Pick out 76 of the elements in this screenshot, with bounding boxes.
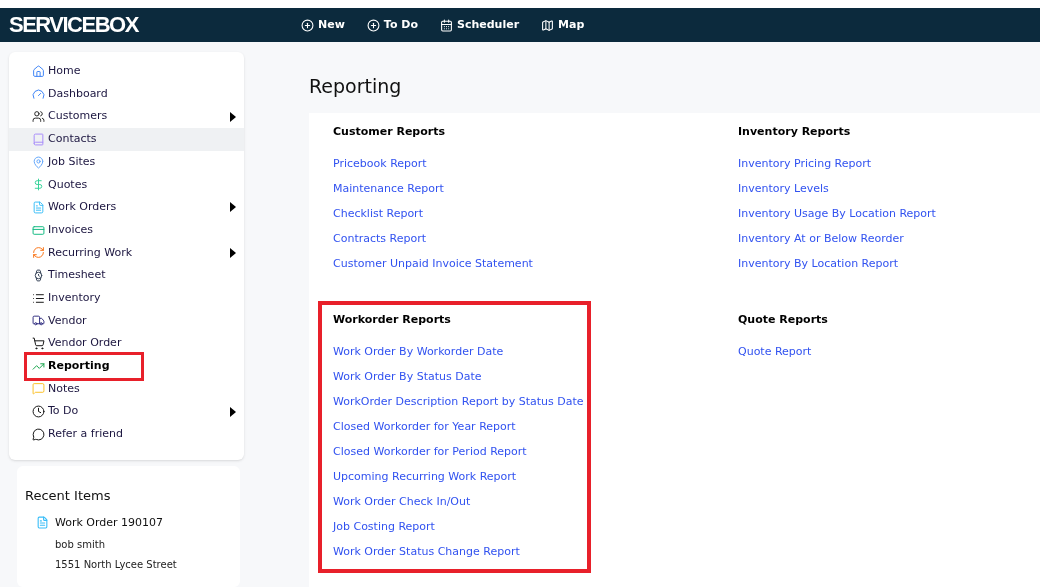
report-link[interactable]: Inventory At or Below Reorder	[738, 231, 904, 246]
users-icon	[32, 110, 45, 124]
document-icon	[36, 516, 49, 530]
report-link[interactable]: Upcoming Recurring Work Report	[333, 469, 517, 484]
report-link[interactable]: WorkOrder Description Report by Status Date	[333, 394, 584, 409]
recent-item-detail: bob smith	[55, 537, 106, 552]
caret-icon	[230, 111, 236, 122]
sidebar-item[interactable]: Customers	[9, 105, 244, 129]
logo[interactable]: SERVICEBOX	[9, 14, 138, 36]
sidebar-item[interactable]: Work Orders	[9, 196, 244, 219]
sidebar-item[interactable]: Recurring Work	[9, 241, 244, 265]
plus-icon	[301, 18, 314, 32]
sidebar-item[interactable]: Invoices	[9, 218, 244, 242]
section-heading: Customer Reports	[333, 125, 447, 139]
report-link[interactable]: Inventory Usage By Location Report	[738, 206, 936, 221]
caret-icon	[230, 406, 236, 417]
report-link[interactable]: Inventory Pricing Report	[738, 156, 872, 171]
report-link[interactable]: Closed Workorder for Period Report	[333, 444, 527, 459]
recent-items-heading: Recent Items	[25, 486, 112, 505]
document-icon	[32, 200, 45, 214]
card-icon	[32, 223, 45, 237]
watch-icon	[32, 269, 45, 283]
clock-icon	[32, 405, 45, 419]
page-title: Reporting	[309, 74, 403, 99]
recent-item-detail: 1551 North Lycee Street	[55, 557, 177, 572]
cart-icon	[32, 337, 45, 351]
report-link[interactable]: Work Order By Workorder Date	[333, 344, 504, 359]
caret-icon	[230, 202, 236, 213]
section-heading: Inventory Reports	[738, 125, 852, 139]
book-icon	[32, 132, 45, 146]
location-pin-icon	[32, 155, 45, 169]
report-link[interactable]: Maintenance Report	[333, 181, 444, 196]
nav-button[interactable]: To Do	[366, 16, 418, 34]
report-link[interactable]: Job Costing Report	[333, 519, 435, 534]
caret-icon	[230, 247, 236, 258]
report-link[interactable]: Pricebook Report	[333, 156, 427, 171]
sidebar-item[interactable]: Reporting	[9, 354, 244, 378]
recent-item-link[interactable]: Work Order 190107	[55, 515, 177, 532]
sidebar-item[interactable]: Vendor Order	[9, 332, 244, 355]
home-icon	[32, 64, 45, 78]
plus-icon	[366, 18, 380, 32]
nav-button[interactable]: New	[301, 16, 345, 34]
note-icon	[32, 382, 45, 396]
sidebar-item[interactable]: Contacts	[9, 128, 244, 151]
map-icon	[541, 18, 555, 32]
gauge-icon	[32, 87, 45, 101]
sidebar-item[interactable]: Timesheet	[9, 264, 244, 287]
chat-icon	[32, 427, 45, 441]
sidebar-item[interactable]: Job Sites	[9, 150, 244, 174]
nav-button[interactable]: Map	[541, 16, 585, 34]
sidebar-item[interactable]: Quotes	[9, 173, 244, 197]
sidebar-item[interactable]: Home	[9, 60, 244, 83]
sidebar-item[interactable]: Refer a friend	[9, 423, 244, 446]
report-link[interactable]: Closed Workorder for Year Report	[333, 419, 516, 434]
nav-button[interactable]: Scheduler	[439, 16, 520, 34]
calendar-icon	[439, 18, 453, 32]
refresh-icon	[32, 246, 45, 260]
sidebar-item[interactable]: Dashboard	[9, 82, 244, 106]
report-link[interactable]: Inventory By Location Report	[738, 256, 899, 271]
truck-icon	[32, 314, 45, 328]
report-link[interactable]: Customer Unpaid Invoice Statement	[333, 256, 533, 271]
report-link[interactable]: Contracts Report	[333, 231, 426, 246]
section-heading: Workorder Reports	[333, 313, 452, 327]
report-link[interactable]: Work Order By Status Date	[333, 369, 482, 384]
sidebar-item[interactable]: Inventory	[9, 286, 244, 310]
report-link[interactable]: Work Order Status Change Report	[333, 544, 520, 559]
report-link[interactable]: Work Order Check In/Out	[333, 494, 471, 509]
sidebar-item[interactable]: To Do	[9, 400, 244, 423]
report-link[interactable]: Checklist Report	[333, 206, 423, 221]
report-link[interactable]: Quote Report	[738, 344, 812, 359]
list-icon	[32, 291, 45, 305]
report-link[interactable]: Inventory Levels	[738, 181, 829, 196]
sidebar-item[interactable]: Notes	[9, 377, 244, 401]
dollar-icon	[32, 178, 45, 192]
sidebar-item[interactable]: Vendor	[9, 309, 244, 333]
section-heading: Quote Reports	[738, 313, 829, 327]
